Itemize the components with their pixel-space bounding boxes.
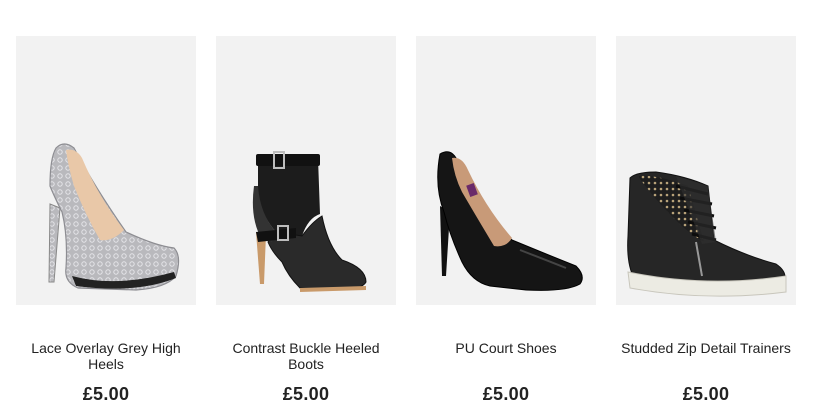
grey-lace-heel-icon [48,143,180,291]
product-price: £5.00 [282,384,330,404]
product-price: £5.00 [82,384,130,404]
product-card[interactable]: Contrast Buckle Heeled Boots £5.00 [216,36,396,405]
product-price: £5.00 [682,384,730,404]
black-court-shoe-icon [437,151,583,291]
product-image[interactable] [16,36,196,305]
product-image[interactable] [416,36,596,305]
product-image[interactable] [616,36,796,305]
product-card[interactable]: Lace Overlay Grey High Heels £5.00 [16,36,196,405]
product-price: £5.00 [482,384,530,404]
product-name[interactable]: Contrast Buckle Heeled Boots [221,340,391,374]
product-image[interactable] [216,36,396,305]
product-card[interactable]: Studded Zip Detail Trainers £5.00 [616,36,796,405]
product-name[interactable]: Studded Zip Detail Trainers [621,340,791,374]
studded-trainer-icon [627,171,787,297]
product-name[interactable]: Lace Overlay Grey High Heels [21,340,191,374]
product-grid: Lace Overlay Grey High Heels £5.00 Contr… [16,36,796,405]
product-card[interactable]: PU Court Shoes £5.00 [416,36,596,405]
product-name[interactable]: PU Court Shoes [421,340,591,374]
buckle-boot-icon [252,151,367,292]
